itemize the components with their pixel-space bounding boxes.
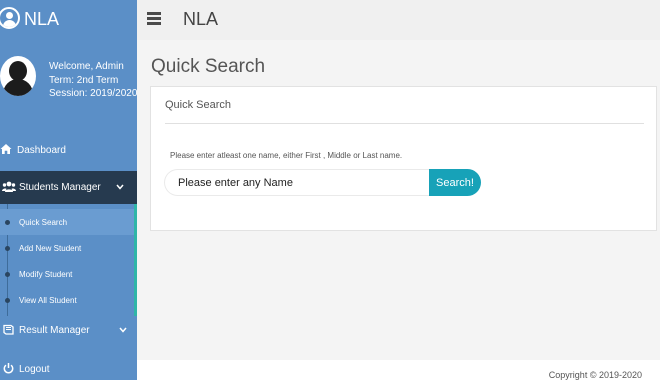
search-button[interactable]: Search! [429,169,481,196]
brand-name: NLA [24,9,60,29]
term-text: Term: 2nd Term [49,74,119,86]
brand[interactable]: NLA [0,0,137,40]
chevron-down-icon [119,325,127,336]
submenu-item-view-all-student[interactable]: View All Student [0,287,134,313]
session-text: Session: 2019/2020 [49,88,138,99]
sidebar: NLA Welcome, Admin Term: 2nd Term Sessio… [0,0,137,380]
sidebar-item-dashboard[interactable]: Dashboard [0,137,137,163]
profile-info: Welcome, Admin Term: 2nd Term Session: 2… [49,60,137,101]
avatar [0,56,36,96]
bullet-icon [5,272,10,277]
bullet-icon [5,298,10,303]
sidebar-item-result-manager[interactable]: Result Manager [0,318,137,344]
sidebar-item-label: Dashboard [17,145,66,156]
welcome-text: Welcome, Admin [49,61,124,72]
submenu-label: View All Student [19,296,77,305]
submenu-label: Add New Student [19,244,82,253]
search-hint: Please enter atleast one name, either Fi… [170,151,403,160]
search-group: Search! [164,169,481,196]
users-icon [2,181,16,193]
user-circle-icon [0,7,20,29]
sidebar-item-label: Result Manager [19,325,90,336]
hamburger-icon[interactable] [147,12,161,25]
students-submenu: Quick Search Add New Student Modify Stud… [0,204,137,316]
bullet-icon [5,246,10,251]
book-icon [3,324,15,336]
name-search-input[interactable] [164,169,430,196]
copyright-text: Copyright © 2019-2020 [548,370,642,380]
bullet-icon [5,220,10,225]
user-profile: Welcome, Admin Term: 2nd Term Session: 2… [0,52,137,112]
submenu-item-quick-search[interactable]: Quick Search [0,209,134,235]
sidebar-item-logout[interactable]: Logout [0,356,137,380]
top-bar: NLA [137,0,660,40]
topbar-title: NLA [183,9,219,29]
submenu-label: Quick Search [19,218,68,227]
power-icon [3,362,15,374]
home-icon [0,143,12,155]
page-title: Quick Search [151,56,266,77]
submenu-item-add-new-student[interactable]: Add New Student [0,235,134,261]
sidebar-item-students-manager[interactable]: Students Manager [0,171,137,204]
quick-search-panel: Quick Search Please enter atleast one na… [150,86,657,231]
submenu-label: Modify Student [19,270,73,279]
panel-title: Quick Search [165,99,232,111]
sidebar-item-label: Logout [19,364,50,375]
chevron-down-icon [116,182,124,193]
sidebar-item-label: Students Manager [19,182,101,193]
divider [165,123,644,124]
footer: Copyright © 2019-2020 [137,360,660,380]
submenu-item-modify-student[interactable]: Modify Student [0,261,134,287]
